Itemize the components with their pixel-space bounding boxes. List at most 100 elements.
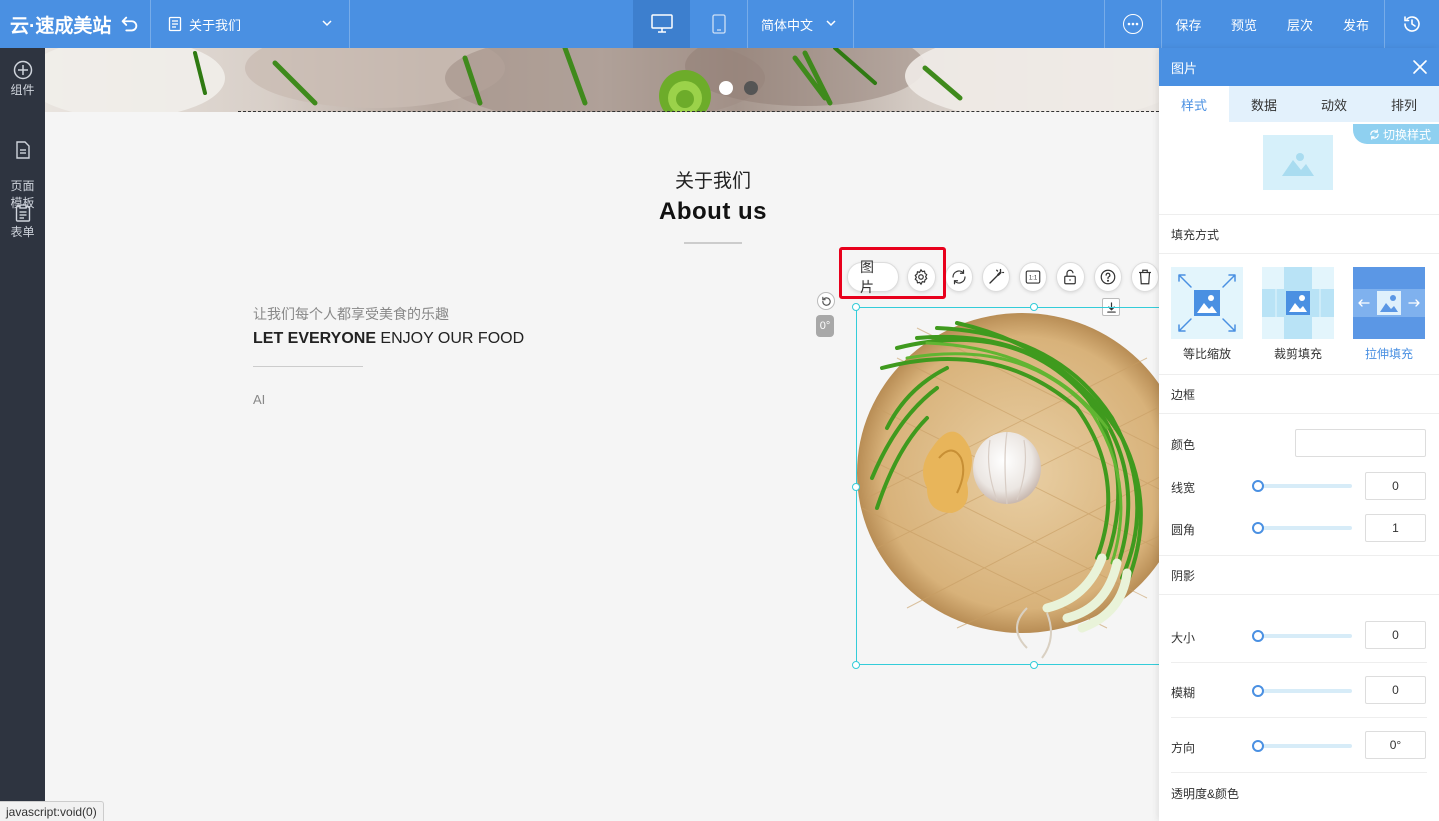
- language-selector[interactable]: 简体中文: [747, 0, 853, 48]
- banner-image[interactable]: [45, 48, 1159, 112]
- top-toolbar: 云·速成美站 关于我们 简体中文 保存 预览 层次 发布: [0, 0, 1439, 48]
- mobile-view-button[interactable]: [690, 0, 747, 48]
- shadow-section-title: 阴影: [1159, 555, 1439, 595]
- help-button[interactable]: [1093, 262, 1122, 292]
- title-underline: [684, 242, 742, 244]
- fill-option-label: 裁剪填充: [1273, 347, 1322, 361]
- chevron-down-icon: [826, 20, 836, 27]
- row-divider: [1171, 717, 1427, 718]
- border-radius-input[interactable]: 1: [1365, 514, 1426, 542]
- more-icon: [1123, 14, 1143, 34]
- magic-wand-icon: [989, 268, 1005, 284]
- shadow-size-slider[interactable]: [1252, 630, 1352, 642]
- border-color-picker[interactable]: [1295, 429, 1426, 457]
- delete-button[interactable]: [1130, 262, 1159, 292]
- slogan-en-bold: LET EVERYONE: [253, 330, 376, 347]
- carousel-dot[interactable]: [744, 81, 758, 95]
- close-icon[interactable]: [1411, 58, 1429, 76]
- svg-text:1:1: 1:1: [1029, 276, 1038, 282]
- stretch-fill-icon: [1353, 289, 1425, 317]
- replace-image-button[interactable]: [944, 262, 973, 292]
- slogan-en-text[interactable]: LET EVERYONE ENJOY OUR FOOD: [253, 330, 524, 348]
- language-label: 简体中文: [761, 17, 814, 33]
- history-button[interactable]: [1385, 0, 1439, 48]
- image-label-button[interactable]: 图片: [847, 259, 900, 295]
- slider-knob[interactable]: [1252, 522, 1264, 534]
- border-width-slider[interactable]: [1252, 480, 1352, 492]
- desktop-view-button[interactable]: [633, 0, 690, 48]
- mobile-icon: [711, 14, 726, 34]
- layers-button[interactable]: 层次: [1272, 0, 1328, 48]
- fit-fill-icon: [1178, 274, 1236, 332]
- resize-handle-w[interactable]: [852, 483, 860, 491]
- tab-data[interactable]: 数据: [1229, 86, 1299, 122]
- switch-style-label: 切换样式: [1382, 127, 1431, 142]
- row-divider: [1171, 662, 1427, 663]
- fill-option-fit[interactable]: 等比缩放: [1171, 267, 1243, 362]
- sidebar-item-label: 表单: [10, 225, 35, 239]
- slogan-cn-text[interactable]: 让我们每个人都享受美食的乐趣: [253, 304, 449, 324]
- resize-handle-n[interactable]: [1030, 303, 1038, 311]
- fill-option-label: 拉伸填充: [1364, 347, 1413, 361]
- carousel-dot-active[interactable]: [719, 81, 733, 95]
- fill-section-title: 填充方式: [1159, 214, 1439, 254]
- page-selector[interactable]: 关于我们: [151, 0, 349, 48]
- slider-knob[interactable]: [1252, 480, 1264, 492]
- shadow-opacity-color-label: 透明度&颜色: [1171, 787, 1240, 801]
- document-icon: [168, 16, 182, 32]
- settings-button[interactable]: [907, 262, 936, 292]
- body-text[interactable]: AI: [253, 392, 265, 407]
- section-title-en[interactable]: About us: [45, 198, 1159, 226]
- shadow-direction-label: 方向: [1171, 741, 1196, 755]
- border-radius-slider[interactable]: [1252, 522, 1352, 534]
- shadow-size-input[interactable]: 0: [1365, 621, 1426, 649]
- panel-title: 图片: [1171, 60, 1198, 76]
- publish-button[interactable]: 发布: [1328, 0, 1384, 48]
- border-section-title: 边框: [1159, 374, 1439, 414]
- fill-option-crop[interactable]: 裁剪填充: [1262, 267, 1334, 362]
- undo-icon[interactable]: [118, 13, 140, 35]
- crop-fill-icon: [1262, 267, 1334, 339]
- style-preview-thumbnail[interactable]: [1263, 135, 1333, 190]
- tab-arrange[interactable]: 排列: [1369, 86, 1439, 122]
- app-logo: 云·速成美站: [10, 16, 112, 37]
- slider-knob[interactable]: [1252, 685, 1264, 697]
- section-boundary: [238, 111, 1159, 112]
- sidebar-item-page-template[interactable]: 页面 模板: [0, 124, 45, 212]
- tab-animation[interactable]: 动效: [1299, 86, 1369, 122]
- row-divider: [1171, 772, 1427, 773]
- lock-button[interactable]: [1056, 262, 1085, 292]
- editor-canvas[interactable]: 关于我们 About us 让我们每个人都享受美食的乐趣 LET EVERYON…: [45, 48, 1159, 821]
- more-button[interactable]: [1105, 0, 1161, 48]
- chevron-down-icon: [322, 20, 332, 27]
- desktop-icon: [650, 14, 673, 33]
- border-width-input[interactable]: 0: [1365, 472, 1426, 500]
- fill-option-stretch[interactable]: 拉伸填充: [1353, 267, 1425, 362]
- shadow-blur-slider[interactable]: [1252, 685, 1352, 697]
- resize-handle-sw[interactable]: [852, 661, 860, 669]
- rotate-handle[interactable]: [817, 292, 835, 310]
- shadow-blur-input[interactable]: 0: [1365, 676, 1426, 704]
- shadow-direction-slider[interactable]: [1252, 740, 1352, 752]
- switch-style-button[interactable]: 切换样式: [1352, 124, 1439, 144]
- original-ratio-button[interactable]: 1:1: [1019, 262, 1048, 292]
- sidebar-item-forms[interactable]: 表单: [0, 204, 45, 241]
- rotation-angle-badge: 0°: [816, 315, 834, 337]
- tab-style[interactable]: 样式: [1159, 86, 1229, 122]
- slider-knob[interactable]: [1252, 630, 1264, 642]
- food-image: [857, 313, 1159, 659]
- slider-knob[interactable]: [1252, 740, 1264, 752]
- browser-status-bar: javascript:void(0): [0, 801, 104, 821]
- save-button[interactable]: 保存: [1161, 0, 1216, 48]
- preview-button[interactable]: 预览: [1216, 0, 1272, 48]
- effects-button[interactable]: [981, 262, 1010, 292]
- history-icon: [1404, 16, 1420, 32]
- section-title-cn[interactable]: 关于我们: [45, 166, 1159, 193]
- sidebar-item-components[interactable]: 组件: [0, 60, 45, 99]
- selected-image-element[interactable]: [852, 303, 1159, 669]
- switch-icon: [1370, 128, 1379, 140]
- resize-handle-nw[interactable]: [852, 303, 860, 311]
- resize-handle-s[interactable]: [1030, 661, 1038, 669]
- divider: [853, 0, 854, 48]
- shadow-direction-input[interactable]: 0°: [1365, 731, 1426, 759]
